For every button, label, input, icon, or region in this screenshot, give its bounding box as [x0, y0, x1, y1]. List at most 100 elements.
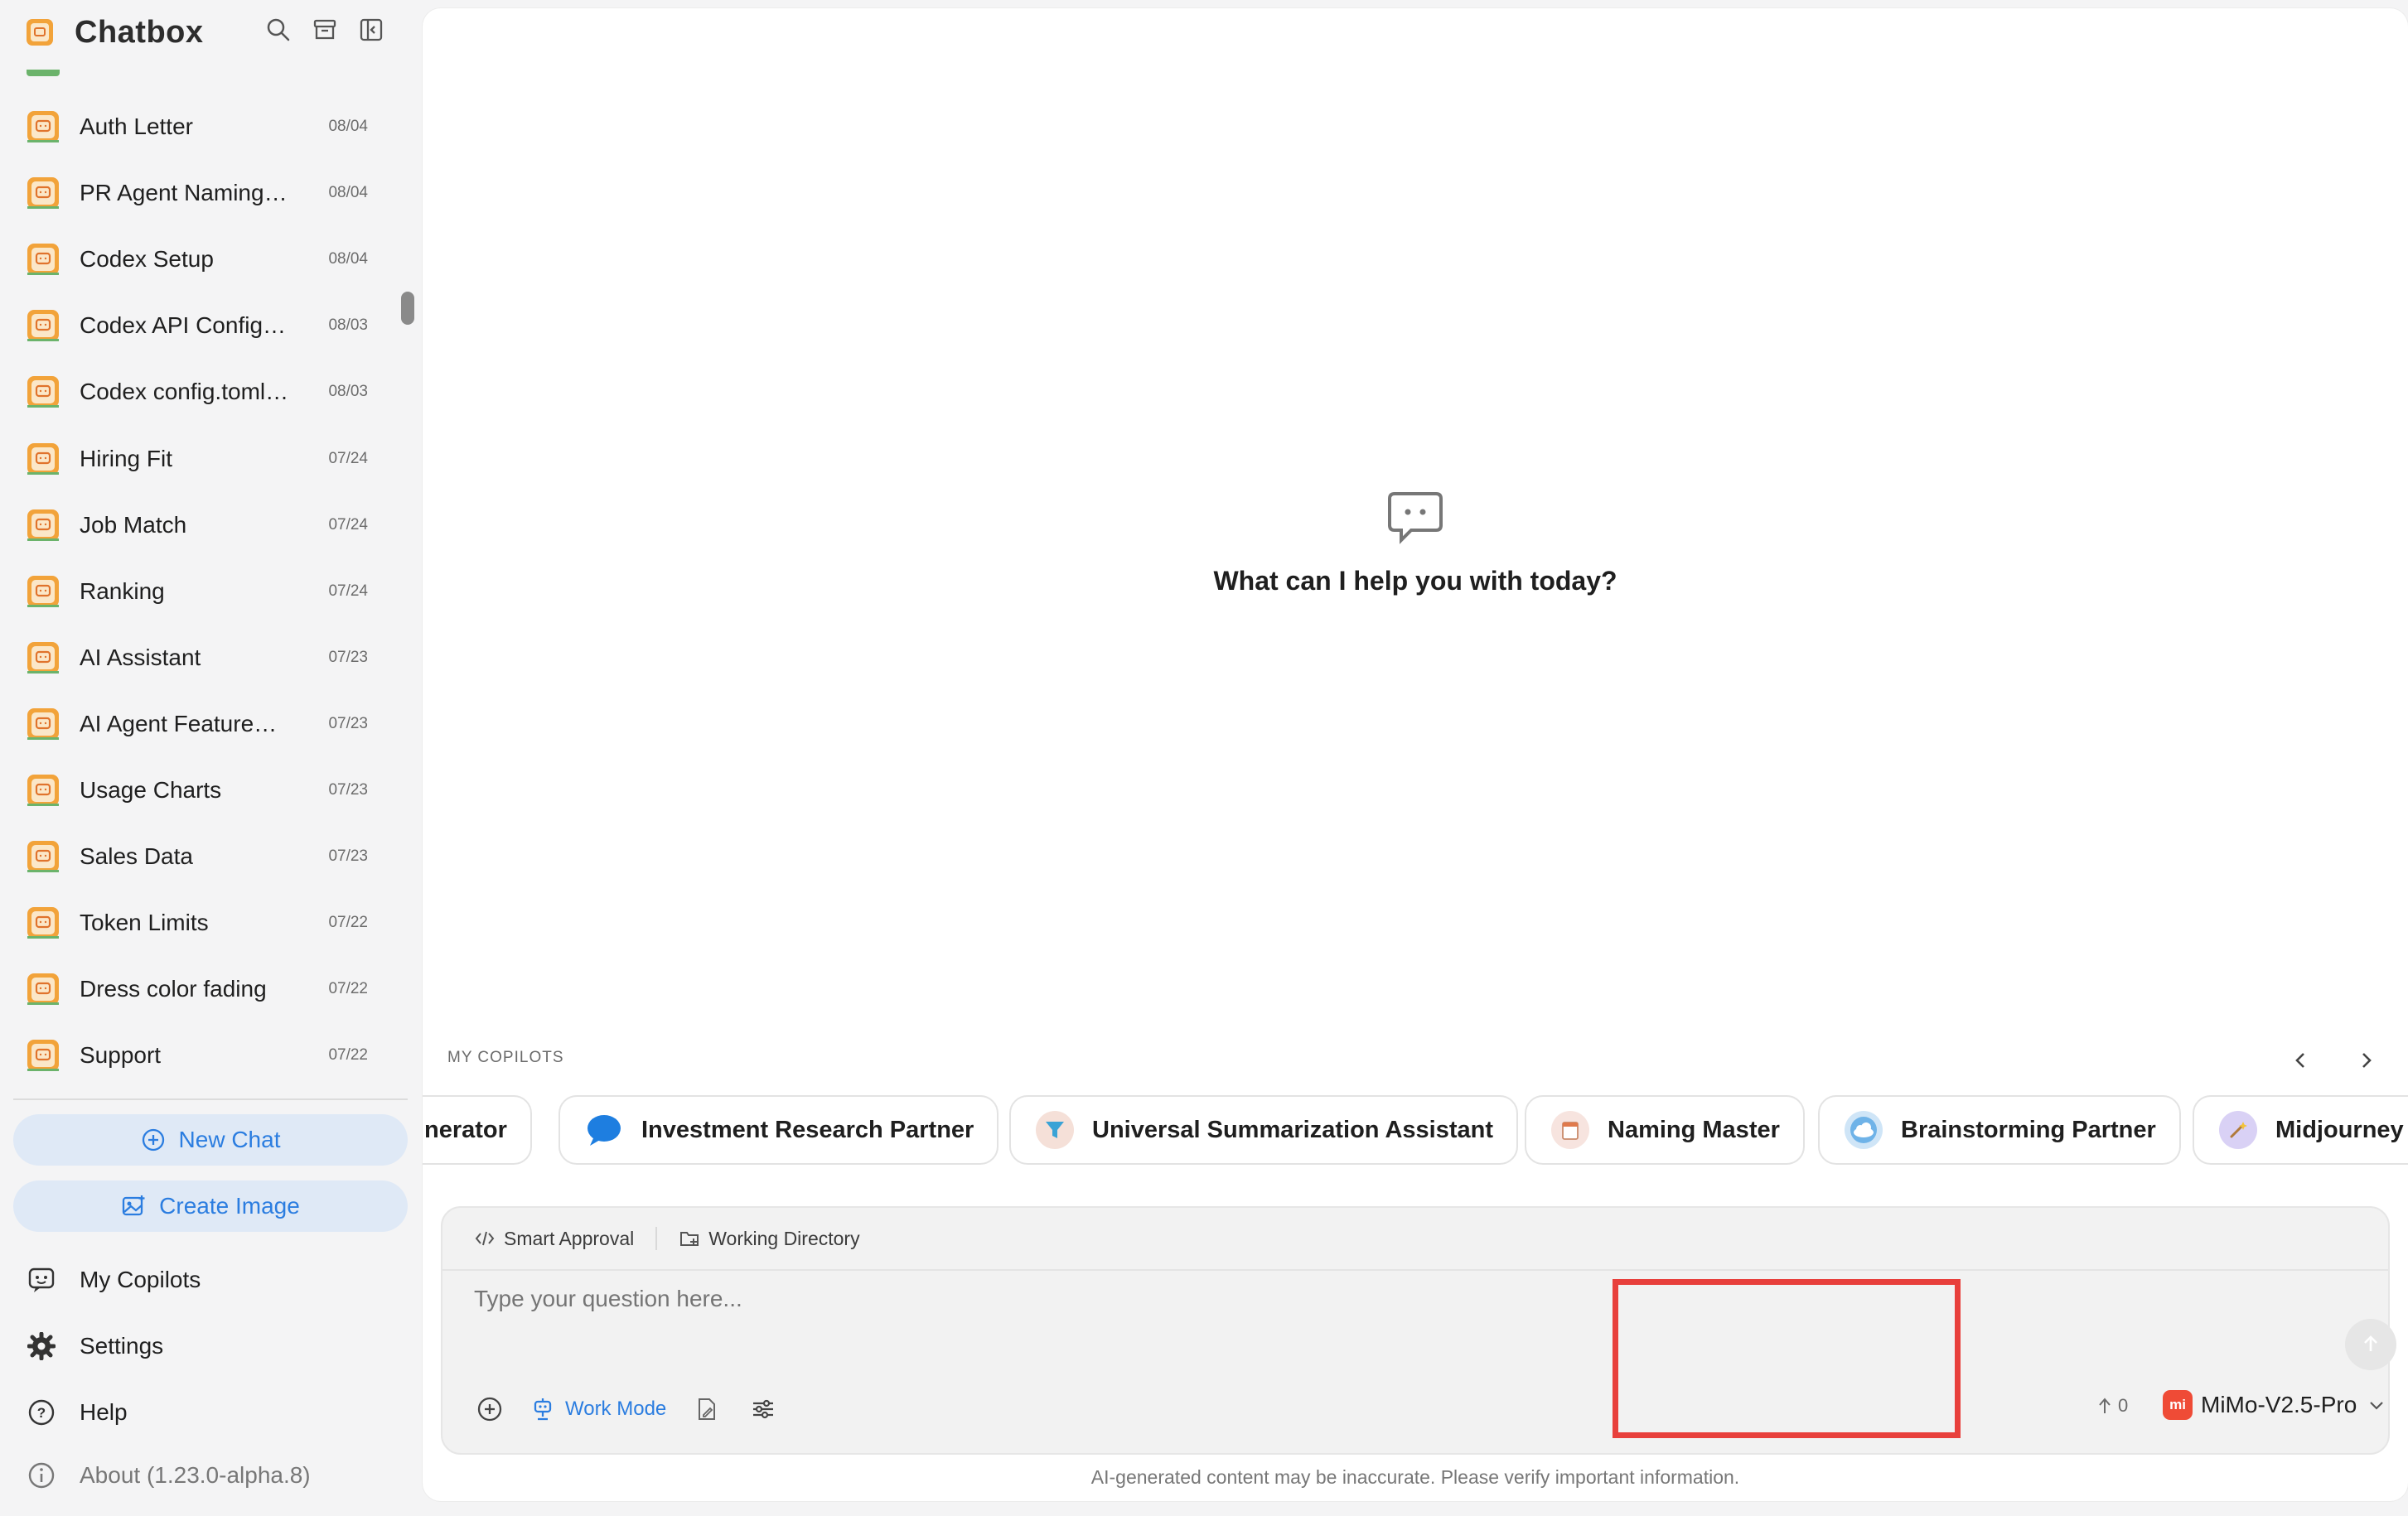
working-directory-button[interactable]: Working Directory [679, 1227, 860, 1250]
smart-approval-toggle[interactable]: Smart Approval [474, 1228, 634, 1250]
message-input[interactable] [474, 1286, 2048, 1312]
chat-date: 08/04 [328, 184, 368, 201]
chat-title: Auth Letter [80, 113, 193, 139]
sidebar-divider [13, 1098, 408, 1100]
cloud-icon [1845, 1111, 1883, 1149]
copilot-chip-midjourney[interactable]: Midjourney [2193, 1095, 2408, 1165]
model-selector[interactable]: mi MiMo-V2.5-Pro [2163, 1388, 2386, 1422]
chat-list-item[interactable]: AI Assistant 07/23 [17, 629, 381, 687]
chat-list-item[interactable]: Dress color fading 07/22 [17, 960, 381, 1018]
main-panel: What can I help you with today? MY COPIL… [423, 8, 2408, 1501]
code-icon [475, 1231, 495, 1246]
new-chat-label: New Chat [178, 1127, 281, 1152]
chat-list-item[interactable]: Auth Letter 08/04 [17, 98, 381, 156]
chat-list-item[interactable]: Support 07/22 [17, 1026, 381, 1084]
chevron-right-icon[interactable] [2349, 1044, 2382, 1077]
chat-list-item[interactable]: Ranking 07/24 [17, 562, 381, 620]
folder-icon [680, 1232, 699, 1246]
new-chat-button[interactable]: New Chat [13, 1114, 408, 1166]
create-image-button[interactable]: Create Image [13, 1180, 408, 1232]
chat-avatar-icon [27, 443, 59, 475]
copilots-section-label: MY COPILOTS [447, 1049, 564, 1066]
chat-list-item[interactable]: Job Match 07/24 [17, 496, 381, 554]
sliders-icon[interactable] [747, 1393, 779, 1425]
attach-plus-icon[interactable] [474, 1393, 505, 1425]
chat-title: Sales Data [80, 843, 193, 869]
chat-list-item[interactable]: Codex Setup 08/04 [17, 230, 381, 288]
chat-title: Hiring Fit [80, 446, 173, 471]
chat-avatar-icon [27, 907, 59, 939]
help-link[interactable]: ? Help [25, 1388, 128, 1437]
chat-list-item[interactable]: Codex API Config… 08/03 [17, 297, 381, 355]
settings-link[interactable]: Settings [25, 1321, 163, 1371]
work-mode-button[interactable]: Work Mode [530, 1397, 666, 1422]
chat-list-item[interactable]: Hiring Fit 07/24 [17, 430, 381, 488]
about-label: About (1.23.0-alpha.8) [80, 1462, 311, 1488]
chat-avatar-icon [27, 509, 59, 541]
work-mode-label: Work Mode [565, 1398, 667, 1420]
working-directory-label: Working Directory [708, 1227, 860, 1249]
chat-list-item[interactable]: Codex config.toml… 08/03 [17, 363, 381, 421]
about-link[interactable]: About (1.23.0-alpha.8) [25, 1451, 311, 1500]
chat-title: Dress color fading [80, 976, 267, 1002]
chat-list-item[interactable]: AI Agent Feature… 07/23 [17, 695, 381, 753]
my-copilots-link[interactable]: My Copilots [25, 1255, 201, 1305]
chat-date: 07/24 [328, 516, 368, 533]
chat-date: 08/03 [328, 316, 368, 334]
message-composer: Smart Approval Working Directory Work Mo… [441, 1206, 2396, 1455]
copilot-chip-brainstorming[interactable]: Brainstorming Partner [1818, 1095, 2181, 1165]
help-label: Help [80, 1399, 128, 1425]
chat-list-item[interactable]: Usage Charts 07/23 [17, 761, 381, 819]
speech-bubble-icon [585, 1111, 623, 1149]
chat-avatar-icon [27, 576, 59, 607]
copilot-chip-naming[interactable]: Naming Master [1525, 1095, 1805, 1165]
ai-disclaimer: AI-generated content may be inaccurate. … [1090, 1466, 1740, 1488]
chat-list-scrollbar[interactable] [401, 292, 414, 325]
token-count-value: 0 [2118, 1395, 2129, 1416]
chat-avatar-icon [27, 244, 59, 275]
search-icon[interactable] [264, 15, 293, 45]
chat-date: 08/04 [328, 118, 368, 135]
xiaomi-logo-icon: mi [2163, 1390, 2193, 1420]
collapse-sidebar-icon[interactable] [356, 15, 386, 45]
copilot-carousel: nerator Investment Research Partner Univ… [423, 1095, 2408, 1166]
gear-icon [25, 1330, 58, 1363]
document-edit-icon[interactable] [691, 1393, 723, 1425]
brand: Chatbox [25, 12, 204, 53]
chat-date: 07/22 [328, 980, 368, 997]
my-copilots-label: My Copilots [80, 1267, 201, 1292]
composer-options: Smart Approval Working Directory [442, 1208, 2388, 1271]
welcome-headline: What can I help you with today? [1213, 566, 1617, 596]
chat-avatar-icon [27, 775, 59, 806]
chat-date: 07/24 [328, 450, 368, 467]
options-divider [655, 1227, 658, 1250]
copilot-name: Investment Research Partner [641, 1116, 974, 1143]
chat-date: 07/23 [328, 649, 368, 666]
send-button[interactable] [2345, 1319, 2396, 1370]
copilot-icon [25, 1263, 58, 1296]
copilot-chip-investment[interactable]: Investment Research Partner [558, 1095, 999, 1165]
empty-state: What can I help you with today? [423, 489, 2408, 596]
copilot-chip-summarization[interactable]: Universal Summarization Assistant [1009, 1095, 1519, 1165]
chat-date: 07/22 [328, 914, 368, 931]
chat-avatar-icon [27, 310, 59, 341]
chatbox-logo-icon [27, 19, 53, 46]
image-plus-icon [123, 1195, 145, 1216]
chat-date: 07/23 [328, 715, 368, 732]
chat-list-item[interactable]: PR Agent Naming… 08/04 [17, 164, 381, 222]
magic-wand-icon [2219, 1111, 2257, 1149]
archive-icon[interactable] [310, 15, 340, 45]
chat-list-item[interactable]: Sales Data 07/23 [17, 828, 381, 886]
chat-title: Codex API Config… [80, 312, 287, 338]
chat-list: Auth Letter 08/04 PR Agent Naming… 08/04 Cod… [0, 61, 389, 1085]
chevron-left-icon[interactable] [2285, 1044, 2318, 1077]
chat-list-item[interactable]: Token Limits 07/22 [17, 894, 381, 952]
chat-date: 07/23 [328, 781, 368, 799]
chat-avatar-icon [27, 177, 59, 209]
sidebar: Chatbox Auth Letter 08/04 PR Agent Naming…… [0, 0, 418, 1516]
copilot-chip-generator[interactable]: nerator [423, 1095, 532, 1165]
chat-title: Job Match [80, 512, 187, 538]
create-image-label: Create Image [159, 1193, 300, 1219]
notepad-icon [1551, 1111, 1589, 1149]
chat-avatar-icon [27, 1040, 59, 1071]
